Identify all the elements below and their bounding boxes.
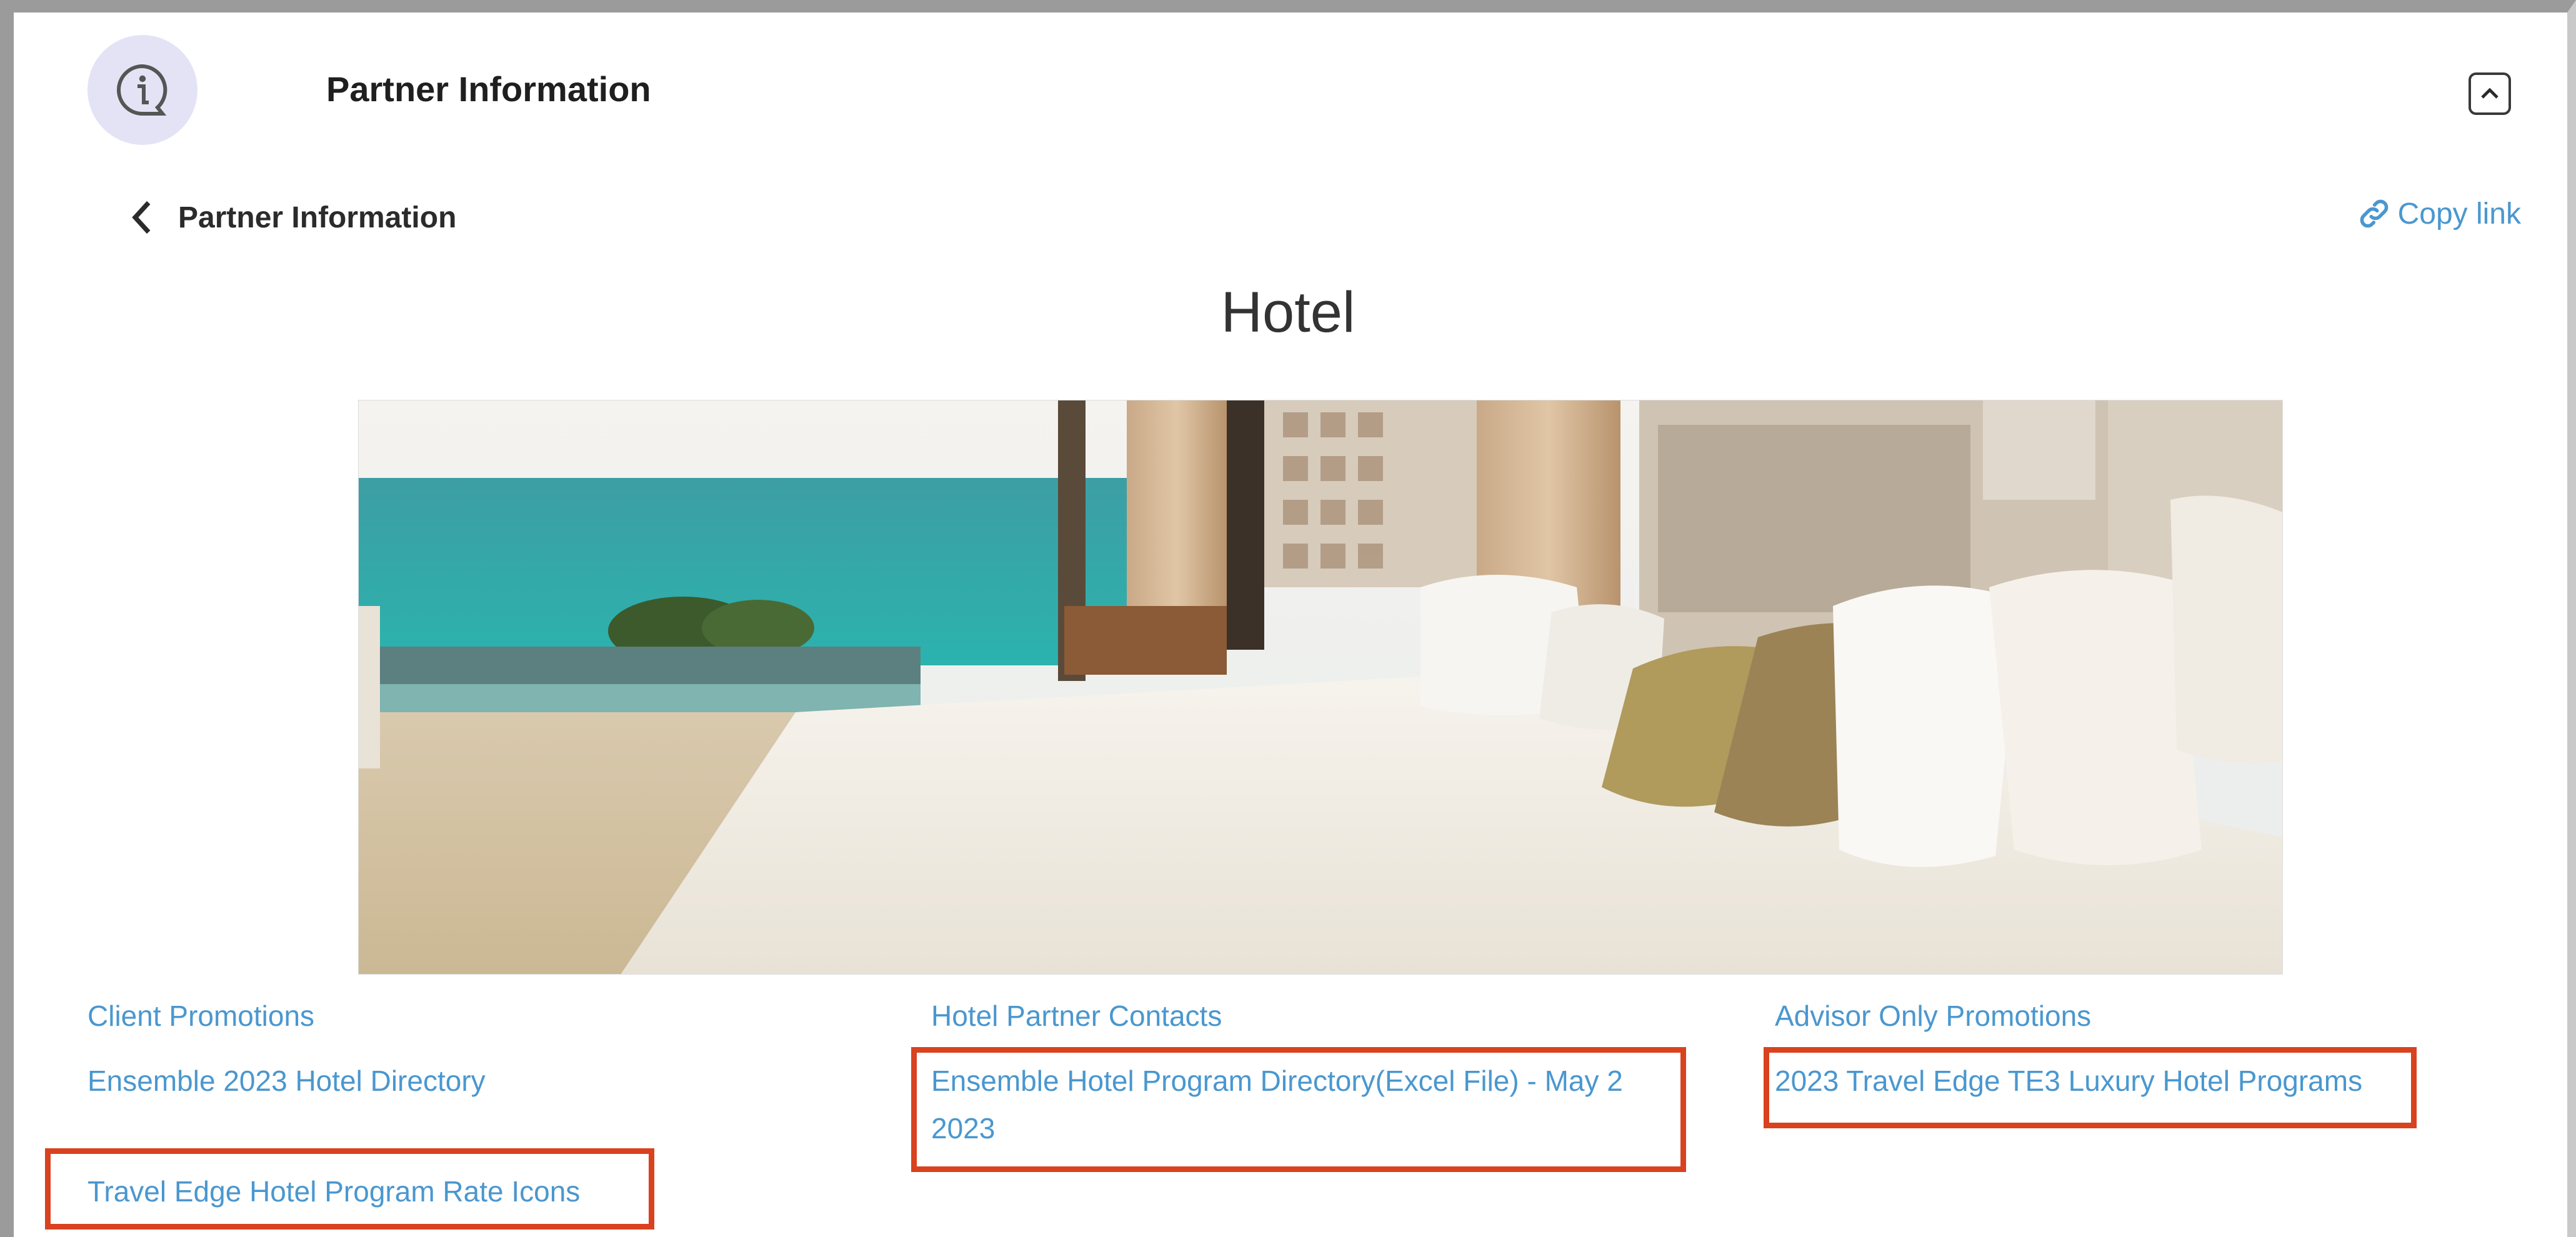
back-link[interactable]: Partner Information <box>128 199 456 236</box>
info-chat-icon <box>87 35 197 145</box>
link-travel-edge-rate-icons[interactable]: Travel Edge Hotel Program Rate Icons <box>87 1168 580 1215</box>
hero-image <box>358 400 2283 975</box>
link-icon <box>2360 199 2388 228</box>
collapse-button[interactable] <box>2469 72 2511 115</box>
link-advisor-only-promotions[interactable]: Advisor Only Promotions <box>1775 992 2091 1040</box>
back-link-label: Partner Information <box>178 201 457 234</box>
section-title: Partner Information <box>326 69 651 109</box>
chevron-left-icon <box>132 201 151 234</box>
copy-link-label: Copy link <box>2397 197 2521 231</box>
link-te3-luxury-hotel-programs[interactable]: 2023 Travel Edge TE3 Luxury Hotel Progra… <box>1775 1057 2362 1105</box>
link-client-promotions[interactable]: Client Promotions <box>87 992 314 1040</box>
link-ensemble-2023-hotel-directory[interactable]: Ensemble 2023 Hotel Directory <box>87 1057 486 1105</box>
chevron-up-icon <box>2481 87 2499 99</box>
copy-link-button[interactable]: Copy link <box>2357 196 2521 231</box>
page-title: Hotel <box>1221 281 1355 344</box>
link-ensemble-hotel-program-directory[interactable]: Ensemble Hotel Program Directory(Excel F… <box>931 1057 1672 1152</box>
link-hotel-partner-contacts[interactable]: Hotel Partner Contacts <box>931 992 1222 1040</box>
